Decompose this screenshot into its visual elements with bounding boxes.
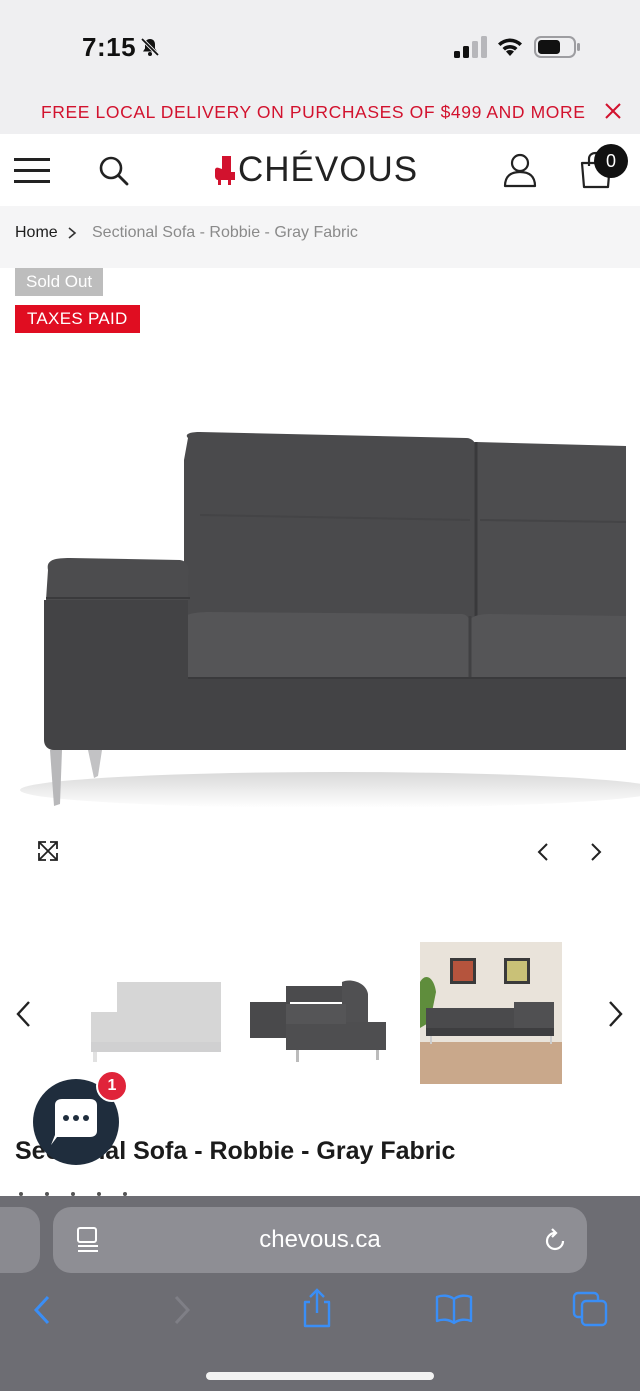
rating-stars (19, 1192, 127, 1196)
chair-logo-icon (215, 156, 235, 185)
product-main-image[interactable] (0, 420, 640, 820)
thumbnails-prev-icon[interactable] (12, 996, 36, 1032)
bookmarks-icon[interactable] (434, 1293, 474, 1325)
thumbnail-2[interactable] (246, 942, 388, 1084)
image-next-icon[interactable] (586, 840, 606, 864)
chat-unread-badge: 1 (96, 1070, 128, 1102)
promo-banner: FREE LOCAL DELIVERY ON PURCHASES OF $499… (0, 92, 640, 134)
url-text: chevous.ca (259, 1226, 381, 1253)
site-logo[interactable]: CHÉVOUS (214, 150, 418, 190)
cart-count-badge[interactable]: 0 (594, 144, 628, 178)
breadcrumb-current: Sectional Sofa - Robbie - Gray Fabric (92, 224, 358, 241)
battery-icon (534, 36, 580, 58)
share-icon[interactable] (300, 1288, 334, 1328)
home-indicator[interactable] (206, 1372, 434, 1380)
cellular-signal-icon (454, 36, 487, 58)
taxes-paid-badge: TAXES PAID (15, 305, 140, 333)
search-icon[interactable] (98, 155, 130, 187)
reload-icon[interactable] (541, 1227, 569, 1255)
chevron-right-icon (68, 227, 77, 239)
menu-icon[interactable] (14, 156, 52, 186)
account-icon[interactable] (502, 152, 538, 188)
status-time: 7:15 (82, 32, 137, 62)
thumbnail-1[interactable] (83, 942, 225, 1084)
sold-out-badge: Sold Out (15, 268, 104, 296)
promo-text: FREE LOCAL DELIVERY ON PURCHASES OF $499… (41, 102, 586, 122)
previous-tab-preview[interactable] (0, 1207, 40, 1273)
back-icon[interactable] (30, 1293, 54, 1327)
image-prev-icon[interactable] (533, 840, 553, 864)
expand-icon[interactable] (36, 839, 60, 863)
forward-icon[interactable] (170, 1293, 194, 1327)
logo-text: CHÉVOUS (238, 150, 419, 189)
close-icon[interactable] (603, 101, 623, 121)
breadcrumb-home-link[interactable]: Home (15, 224, 58, 242)
thumbnails-next-icon[interactable] (603, 996, 627, 1032)
wifi-icon (498, 38, 522, 56)
thumbnail-3[interactable] (420, 942, 562, 1084)
bell-off-icon (140, 37, 160, 57)
tabs-icon[interactable] (572, 1291, 608, 1327)
